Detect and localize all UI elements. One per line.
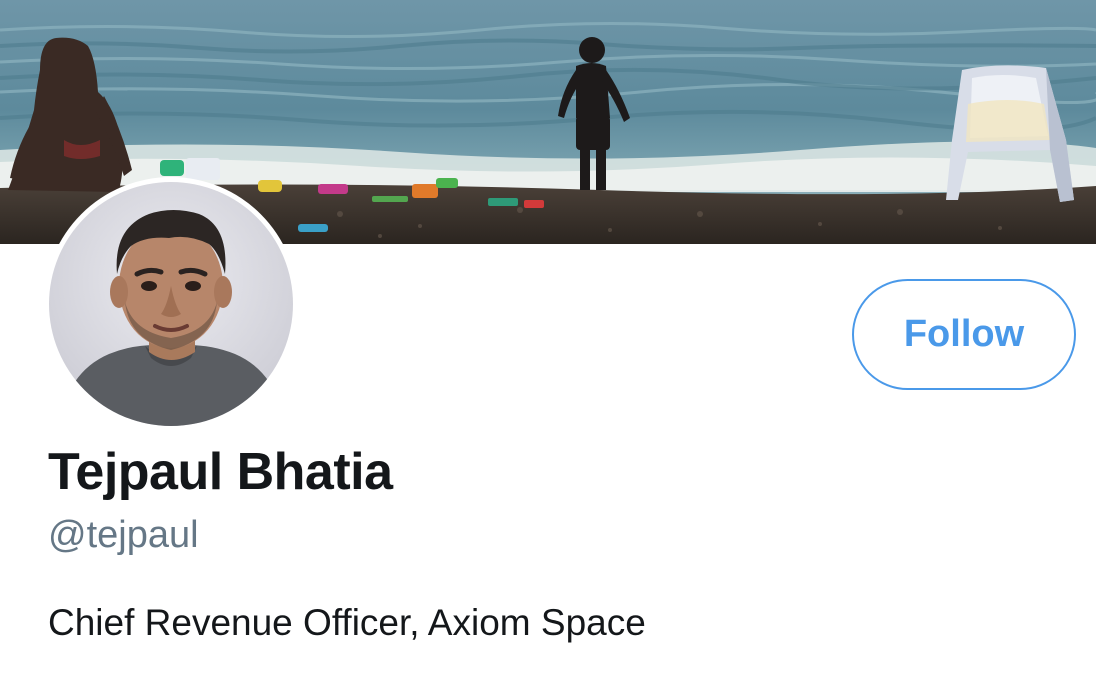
- profile-photo: [49, 182, 293, 426]
- profile-header: Follow Tejpaul Bhatia @tejpaul Chief Rev…: [0, 0, 1096, 676]
- profile-bio: Chief Revenue Officer, Axiom Space: [48, 602, 646, 643]
- user-handle: @tejpaul: [48, 514, 199, 556]
- avatar[interactable]: [44, 177, 298, 431]
- display-name: Tejpaul Bhatia: [48, 443, 393, 501]
- follow-button[interactable]: Follow: [852, 279, 1076, 390]
